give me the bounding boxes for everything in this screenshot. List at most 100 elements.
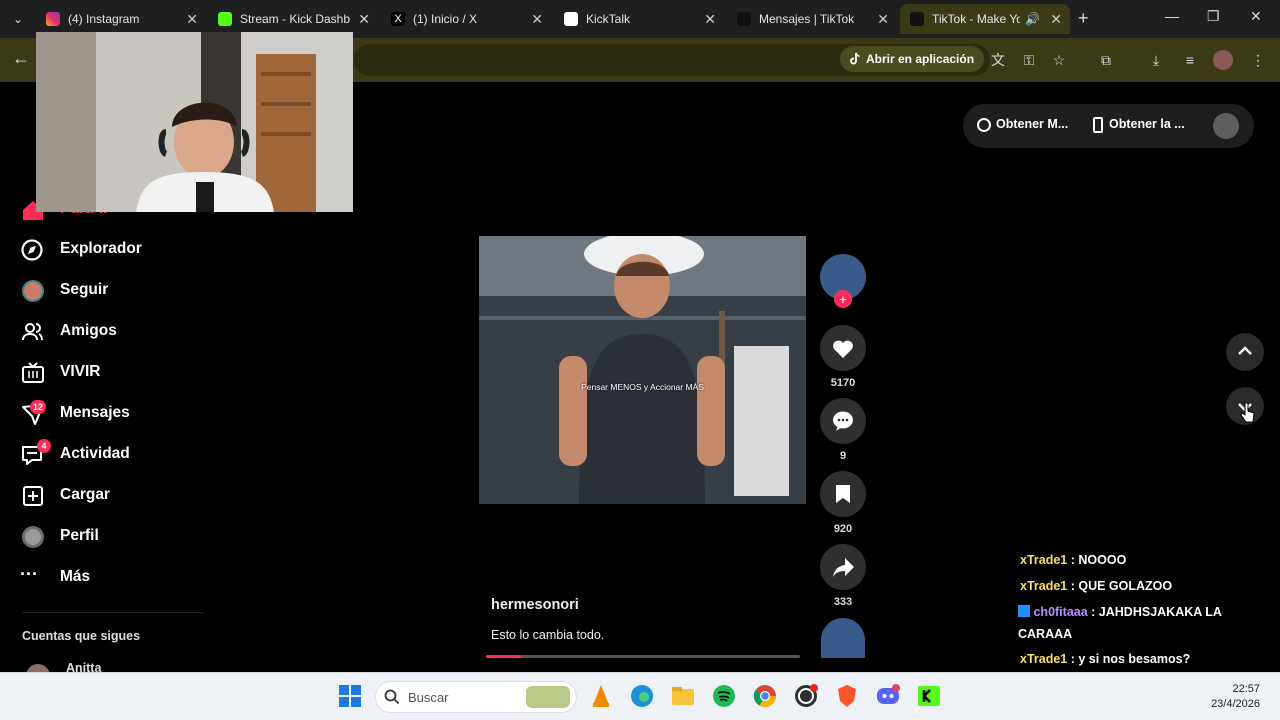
sidebar-item-label: Cargar bbox=[60, 486, 110, 503]
like-button[interactable] bbox=[820, 325, 866, 371]
get-app-button[interactable]: Obtener la ... bbox=[1109, 117, 1185, 131]
chat-text: QUE GOLAZOO bbox=[1078, 579, 1173, 593]
compass-icon bbox=[21, 239, 43, 261]
chat-text: NOOOO bbox=[1078, 553, 1127, 567]
share-count: 333 bbox=[833, 596, 853, 608]
sidebar-item-vivir[interactable]: VIVIR bbox=[20, 357, 220, 389]
close-icon[interactable]: ✕ bbox=[531, 4, 543, 34]
download-icon[interactable]: ⤓ bbox=[1146, 50, 1166, 70]
video-author[interactable]: hermesonori bbox=[491, 597, 579, 613]
chat-message: ch0fitaaa : JAHDHSJAKAKA LA CARAAA bbox=[1018, 605, 1222, 641]
badge-icon bbox=[1018, 605, 1030, 617]
tab-title: TikTok - Make Yo bbox=[932, 12, 1020, 26]
comment-button[interactable] bbox=[820, 398, 866, 444]
media-control-icon[interactable]: ≡ bbox=[1180, 50, 1200, 70]
edge-icon[interactable] bbox=[629, 683, 655, 709]
key-icon[interactable]: ⚿ bbox=[1019, 50, 1039, 70]
divider bbox=[22, 612, 204, 613]
new-tab-button[interactable]: + bbox=[1078, 8, 1089, 29]
spotify-icon[interactable] bbox=[711, 683, 737, 709]
save-button[interactable] bbox=[820, 471, 866, 517]
sidebar-item-seguir[interactable]: Seguir bbox=[20, 275, 220, 307]
restore-icon[interactable]: ❐ bbox=[1207, 8, 1220, 25]
search-icon bbox=[384, 689, 400, 705]
friends-icon bbox=[22, 323, 43, 341]
tab-title: (4) Instagram bbox=[68, 12, 140, 26]
obs-icon[interactable] bbox=[793, 683, 819, 709]
star-icon[interactable]: ☆ bbox=[1049, 50, 1069, 70]
profile-avatar[interactable] bbox=[1213, 50, 1233, 70]
video-description: Esto lo cambia todo. bbox=[491, 628, 605, 642]
close-icon[interactable]: ✕ bbox=[877, 4, 889, 34]
like-count: 5170 bbox=[830, 377, 856, 389]
sidebar-item-label: VIVIR bbox=[60, 363, 101, 380]
sidebar-item-label: Actividad bbox=[60, 445, 130, 462]
sidebar-item-cargar[interactable]: Cargar bbox=[20, 480, 220, 512]
system-clock[interactable]: 22:57 23/4/2026 bbox=[1211, 682, 1260, 712]
sidebar-item-mas[interactable]: ··· Más bbox=[20, 562, 220, 594]
chat-user: xTrade1 bbox=[1020, 579, 1068, 593]
open-in-app-button[interactable]: Abrir en aplicación bbox=[840, 46, 985, 72]
x-logo-icon: X bbox=[391, 12, 405, 26]
vlc-icon[interactable] bbox=[588, 683, 614, 709]
minimize-icon[interactable]: — bbox=[1165, 8, 1179, 24]
share-icon bbox=[833, 558, 854, 577]
close-icon[interactable]: ✕ bbox=[1050, 4, 1062, 34]
tab-tiktok-messages[interactable]: Mensajes | TikTok ✕ bbox=[727, 4, 897, 34]
tab-tiktok-active[interactable]: TikTok - Make Yo 🔊 ✕ bbox=[900, 4, 1070, 34]
close-icon[interactable]: ✕ bbox=[358, 4, 370, 34]
tab-kicktalk[interactable]: KickTalk ✕ bbox=[554, 4, 724, 34]
extensions-icon[interactable]: ⧉ bbox=[1096, 50, 1116, 70]
previous-video-button[interactable] bbox=[1226, 333, 1264, 371]
more-icon: ··· bbox=[20, 564, 38, 584]
sidebar-item-label: Explorador bbox=[60, 240, 142, 257]
upload-icon bbox=[23, 486, 43, 506]
video-progress-bar[interactable] bbox=[486, 655, 800, 658]
following-header: Cuentas que sigues bbox=[22, 629, 141, 643]
tab-kick-dashboard[interactable]: Stream - Kick Dashbo ✕ bbox=[208, 4, 378, 34]
translate-icon[interactable]: 文 bbox=[988, 50, 1008, 70]
search-placeholder: Buscar bbox=[408, 690, 449, 705]
sidebar-item-mensajes[interactable]: 12 Mensajes bbox=[20, 398, 220, 430]
clock-date: 23/4/2026 bbox=[1211, 698, 1260, 710]
windows-start-icon[interactable] bbox=[337, 683, 363, 709]
back-arrow-icon[interactable]: ← bbox=[12, 48, 30, 69]
chat-message: xTrade1 : NOOOO bbox=[1020, 553, 1127, 567]
sidebar-item-actividad[interactable]: 4 Actividad bbox=[20, 439, 220, 471]
menu-kebab-icon[interactable]: ⋮ bbox=[1248, 50, 1268, 70]
share-button[interactable] bbox=[820, 544, 866, 590]
kicktalk-icon bbox=[564, 12, 578, 26]
discord-icon[interactable] bbox=[875, 683, 901, 709]
brave-icon[interactable] bbox=[834, 683, 860, 709]
file-explorer-icon[interactable] bbox=[670, 683, 696, 709]
next-author-avatar[interactable] bbox=[821, 618, 865, 658]
chevron-up-icon bbox=[1238, 346, 1252, 355]
sidebar-item-explorador[interactable]: Explorador bbox=[20, 234, 220, 266]
close-window-icon[interactable]: ✕ bbox=[1250, 8, 1262, 25]
save-count: 920 bbox=[833, 523, 853, 535]
open-in-app-label: Abrir en aplicación bbox=[866, 52, 975, 66]
chat-text: y si nos besamos? bbox=[1078, 652, 1191, 666]
live-icon bbox=[22, 362, 44, 383]
sidebar-item-amigos[interactable]: Amigos bbox=[20, 316, 220, 348]
bookmark-icon bbox=[836, 485, 850, 503]
audio-playing-icon[interactable]: 🔊 bbox=[1025, 4, 1040, 34]
get-coins-button[interactable]: Obtener M... bbox=[996, 117, 1068, 131]
taskbar-search[interactable]: Buscar bbox=[375, 681, 577, 713]
tab-x[interactable]: X (1) Inicio / X ✕ bbox=[381, 4, 551, 34]
coins-icon bbox=[977, 118, 991, 132]
avatar[interactable] bbox=[1213, 113, 1239, 139]
close-icon[interactable]: ✕ bbox=[186, 4, 198, 34]
video-player[interactable]: Pensar MENOS y Accionar MÁS bbox=[479, 236, 806, 504]
tab-instagram[interactable]: (4) Instagram ✕ bbox=[36, 4, 206, 34]
messages-badge: 12 bbox=[30, 400, 47, 414]
tab-search-dropdown-icon[interactable]: ⌄ bbox=[6, 8, 30, 30]
chrome-icon[interactable] bbox=[752, 683, 778, 709]
kick-app-icon[interactable] bbox=[916, 683, 942, 709]
kick-icon bbox=[218, 12, 232, 26]
close-icon[interactable]: ✕ bbox=[704, 4, 716, 34]
follow-plus-icon[interactable]: + bbox=[834, 290, 852, 308]
phone-icon bbox=[1093, 117, 1103, 133]
sidebar-item-perfil[interactable]: Perfil bbox=[20, 521, 220, 553]
chat-user: xTrade1 bbox=[1020, 553, 1068, 567]
